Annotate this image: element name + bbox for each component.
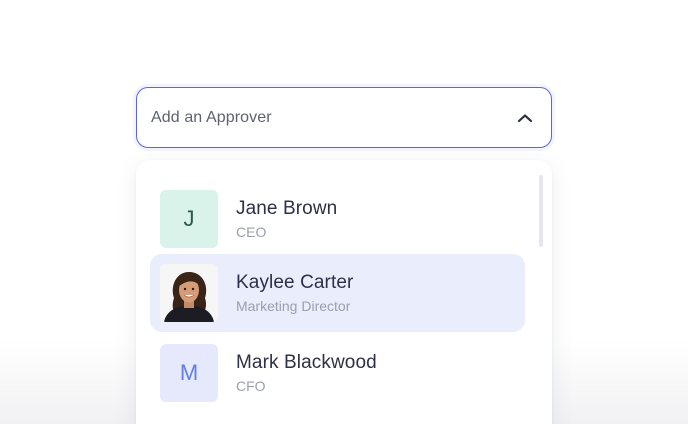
scrollbar[interactable]: [539, 175, 543, 247]
approver-select[interactable]: Add an Approver: [136, 87, 552, 148]
chevron-up-icon[interactable]: [513, 106, 537, 130]
approver-name: Mark Blackwood: [236, 352, 377, 373]
approver-role: Marketing Director: [236, 298, 351, 314]
approver-option-mark-blackwood[interactable]: M Mark Blackwood CFO: [150, 334, 525, 412]
avatar-photo: [160, 264, 218, 322]
avatar: J: [160, 190, 218, 248]
approver-option-kaylee-carter[interactable]: Kaylee Carter Marketing Director: [150, 254, 525, 332]
approver-option-jane-brown[interactable]: J Jane Brown CEO: [150, 180, 525, 258]
approver-role: CFO: [236, 378, 266, 394]
approver-role: CEO: [236, 224, 267, 240]
approver-name: Kaylee Carter: [236, 272, 354, 293]
approver-name: Jane Brown: [236, 198, 338, 219]
approver-select-placeholder: Add an Approver: [151, 108, 272, 126]
approver-dropdown-list: J Jane Brown CEO Kaylee Carter Marketing…: [136, 160, 552, 424]
avatar: M: [160, 344, 218, 402]
